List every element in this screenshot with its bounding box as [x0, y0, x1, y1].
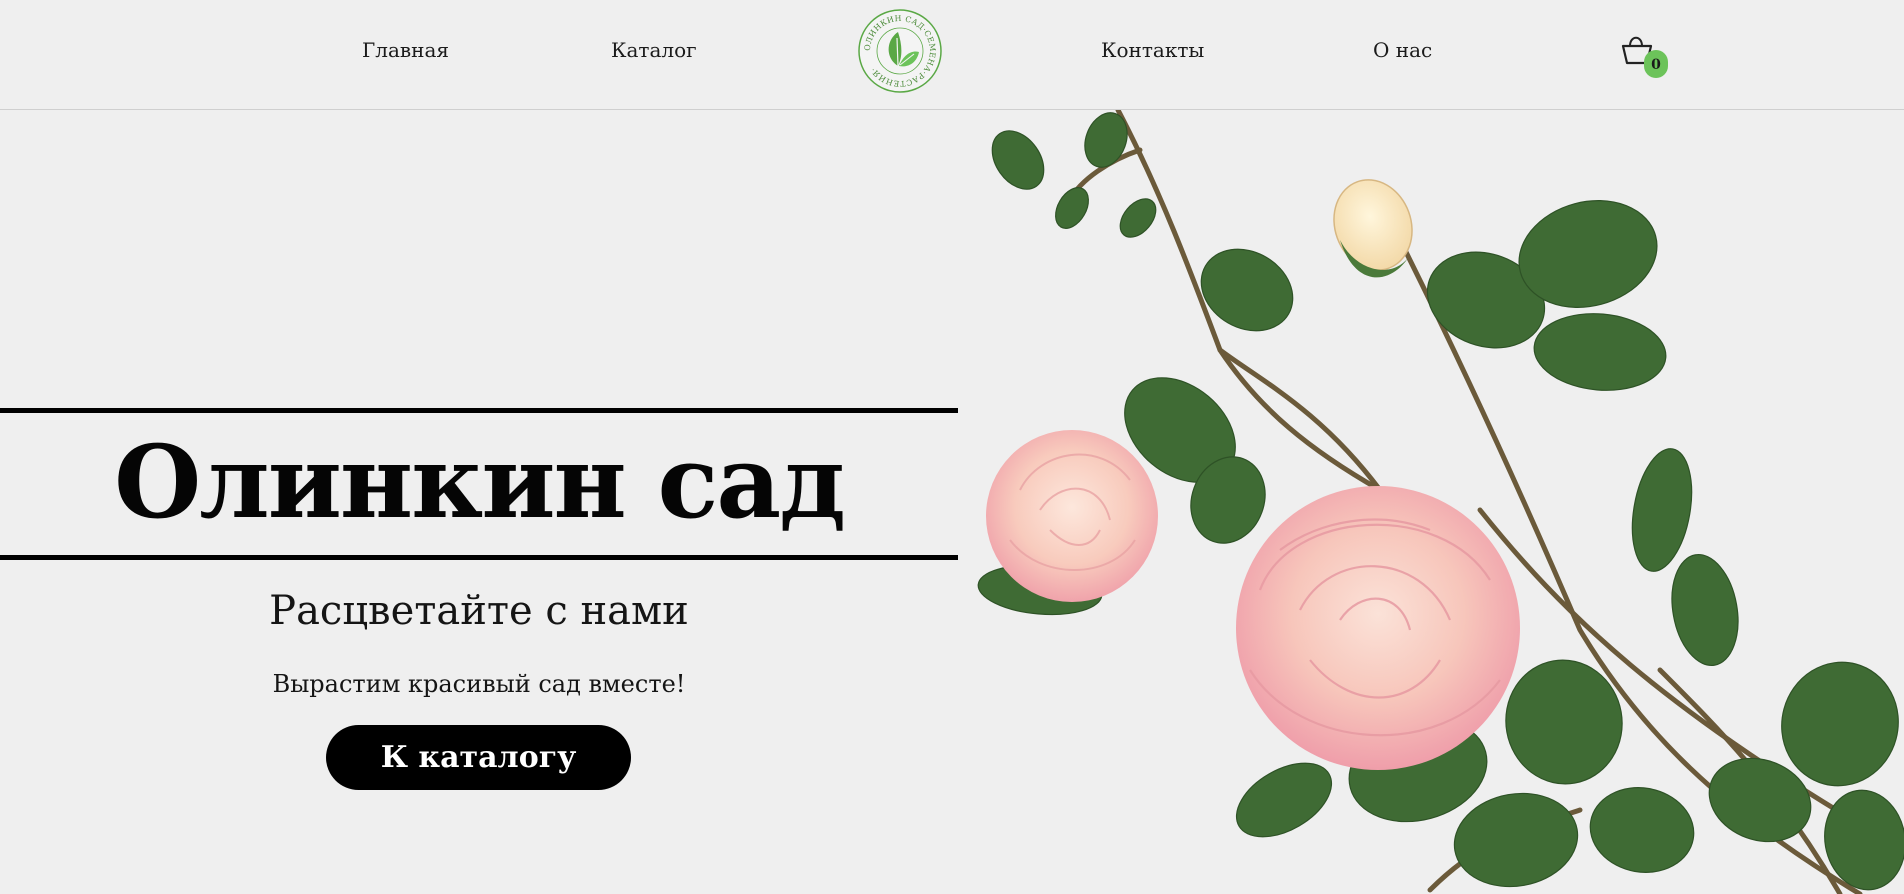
hero-title: Олинкин сад [114, 423, 846, 541]
leaf-logo-icon: ОЛИНКИН САД·СЕМЕНА·РАСТЕНИЯ· [858, 9, 942, 93]
nav-home-link[interactable]: Главная [362, 38, 449, 62]
nav-contacts-link[interactable]: Контакты [1101, 38, 1204, 62]
hero-tagline: Вырастим красивый сад вместе! [272, 670, 686, 698]
hero-text-section: Олинкин сад Расцветайте с нами Вырастим … [0, 110, 960, 894]
site-header: Главная Каталог ОЛИНКИН САД·СЕМЕНА·РАСТЕ… [0, 0, 1904, 110]
title-band: Олинкин сад [0, 408, 958, 560]
cart-button[interactable]: 0 [1620, 30, 1670, 80]
hero-subtitle: Расцветайте с нами [269, 588, 689, 634]
rose-illustration [977, 110, 1904, 894]
logo[interactable]: ОЛИНКИН САД·СЕМЕНА·РАСТЕНИЯ· [857, 8, 943, 94]
nav-catalog-link[interactable]: Каталог [611, 38, 697, 62]
rose-branch-image [960, 110, 1904, 894]
catalog-cta-button[interactable]: К каталогу [326, 725, 631, 790]
cart-count-badge: 0 [1644, 50, 1668, 78]
nav-about-link[interactable]: О нас [1373, 38, 1432, 62]
